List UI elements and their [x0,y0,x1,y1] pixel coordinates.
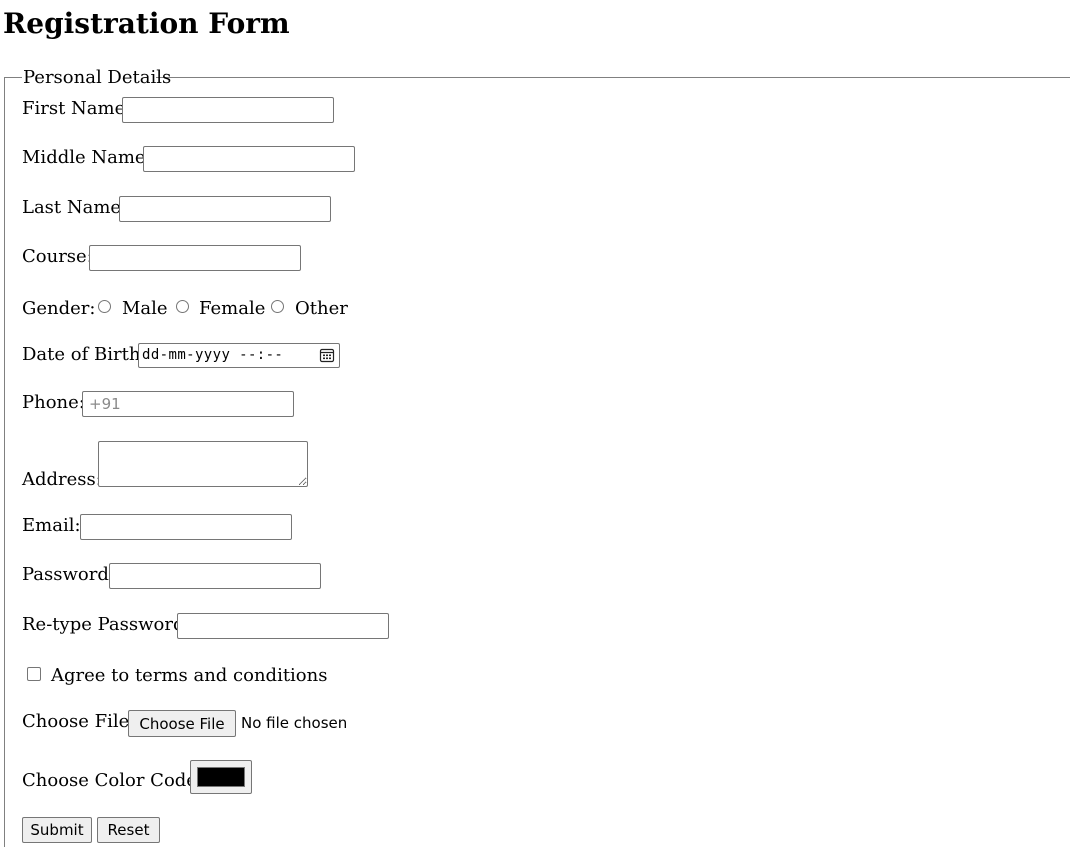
middle-name-input[interactable] [143,146,355,172]
gender-radio-male[interactable] [98,300,111,313]
last-name-label: Last Name: [22,197,128,218]
fieldset-border-left [4,77,22,78]
password-label: Password: [22,564,115,585]
last-name-input[interactable] [119,196,331,222]
course-label: Course: [22,246,93,267]
phone-input[interactable] [82,391,294,417]
fieldset-legend: Personal Details [23,67,172,88]
password-input[interactable] [109,563,321,589]
fieldset-border-side [4,77,5,847]
terms-label: Agree to terms and conditions [51,665,328,686]
gender-option-other: Other [295,298,348,319]
gender-radio-other[interactable] [271,300,284,313]
gender-radio-female[interactable] [176,300,189,313]
first-name-input[interactable] [122,97,334,123]
gender-label: Gender: [22,298,96,319]
phone-label: Phone: [22,392,85,413]
address-label: Address: [22,469,102,490]
fieldset-border-top [156,77,1070,78]
reset-button[interactable]: Reset [97,817,160,843]
email-input[interactable] [80,514,292,540]
gender-option-female: Female [199,298,266,319]
dob-placeholder: dd-mm-yyyy --:-- [142,347,284,363]
retype-password-input[interactable] [177,613,389,639]
dob-input[interactable]: dd-mm-yyyy --:-- [138,343,340,368]
address-textarea[interactable] [98,441,308,487]
submit-button[interactable]: Submit [22,817,92,843]
choose-file-button[interactable]: Choose File [128,710,236,737]
dob-label: Date of Birth: [22,344,147,365]
file-status-text: No file chosen [241,714,348,732]
course-input[interactable] [89,245,301,271]
retype-password-label: Re-type Password: [22,614,191,635]
first-name-label: First Name: [22,98,132,119]
color-swatch [197,767,245,787]
terms-checkbox[interactable] [27,667,41,681]
file-label: Choose File: [22,711,136,732]
email-label: Email: [22,515,81,536]
middle-name-label: Middle Name: [22,147,152,168]
page-title: Registration Form [3,7,290,40]
color-label: Choose Color Code: [22,770,204,791]
color-picker-button[interactable] [190,760,252,794]
gender-option-male: Male [122,298,168,319]
calendar-icon[interactable] [319,347,335,363]
